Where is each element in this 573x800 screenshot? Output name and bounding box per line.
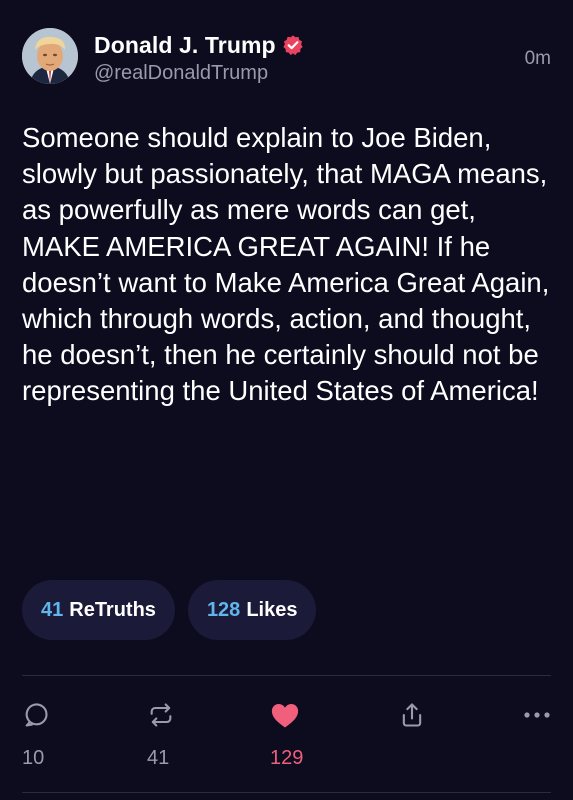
share-icon [398, 700, 426, 730]
reply-button[interactable]: 10 [22, 700, 50, 770]
retruth-icon [147, 700, 175, 730]
heart-icon [270, 700, 300, 730]
stat-pills: 41 ReTruths 128 Likes [22, 580, 317, 640]
post-timestamp: 0m [524, 48, 551, 69]
likes-count: 128 [206, 598, 241, 621]
divider [22, 675, 551, 676]
retruths-count: 41 [41, 598, 64, 621]
reply-icon [22, 700, 50, 730]
like-button[interactable]: 129 [270, 700, 303, 770]
likes-stat-button[interactable]: 128 Likes [187, 580, 317, 640]
retruths-stat-button[interactable]: 41 ReTruths [22, 580, 175, 640]
author-handle[interactable]: @realDonaldTrump [94, 62, 304, 85]
display-name-row: Donald J. Trump [94, 30, 304, 60]
retruths-label: ReTruths [69, 598, 156, 621]
bottom-divider [22, 792, 551, 793]
post-header: Donald J. Trump @realDonaldTrump 0m [22, 26, 551, 88]
share-button[interactable] [398, 700, 426, 730]
more-options-button[interactable] [522, 700, 552, 730]
author-names: Donald J. Trump @realDonaldTrump [94, 30, 304, 85]
more-icon [522, 700, 552, 730]
retruth-button[interactable]: 41 [147, 700, 175, 770]
avatar[interactable] [22, 28, 78, 84]
like-count: 129 [270, 747, 304, 769]
post-text: Someone should explain to Joe Biden, slo… [22, 122, 550, 407]
avatar-image [22, 28, 78, 84]
reply-count: 10 [22, 747, 45, 769]
likes-label: Likes [246, 598, 298, 621]
retruth-count: 41 [147, 747, 170, 769]
display-name[interactable]: Donald J. Trump [94, 32, 276, 59]
verified-badge-icon [282, 34, 304, 56]
